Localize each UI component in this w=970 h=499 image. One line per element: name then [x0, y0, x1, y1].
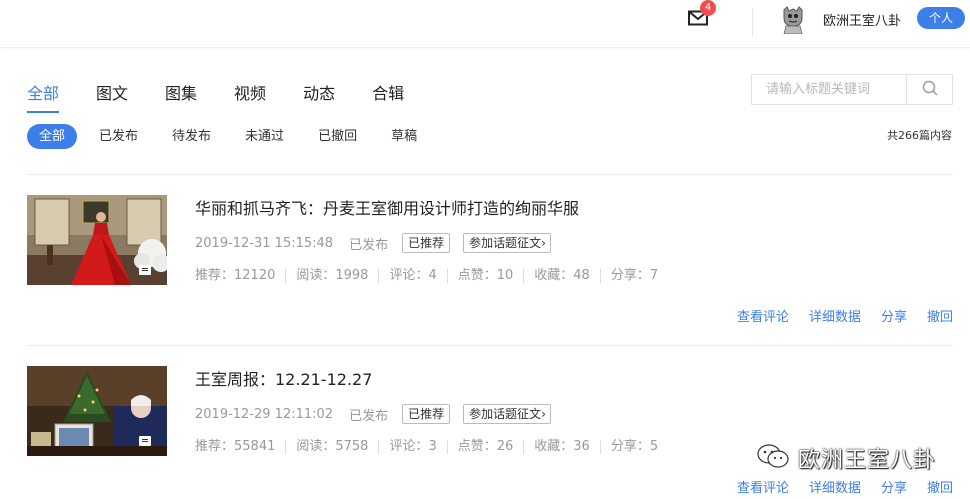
- recommended-tag: 已推荐: [402, 404, 451, 424]
- share-link[interactable]: 分享: [881, 306, 907, 325]
- article-thumbnail[interactable]: [27, 195, 167, 285]
- join-topic-label: 参加话题征文: [469, 407, 542, 421]
- article-title[interactable]: 王室周报：12.21-12.27: [195, 366, 372, 390]
- recommended-tag: 已推荐: [402, 233, 451, 253]
- watermark-text: 欧洲王室八卦: [798, 448, 937, 473]
- list-divider: [27, 174, 953, 175]
- publish-date: 2019-12-29 12:11:02: [195, 406, 334, 422]
- content-type-tabs: 全部 图文 图集 视频 动态 合辑: [27, 80, 441, 113]
- publish-date: 2019-12-31 15:15:48: [195, 235, 334, 251]
- tab-updates[interactable]: 动态: [303, 80, 335, 112]
- search-input[interactable]: [752, 75, 906, 104]
- chevron-right-icon: ›: [541, 407, 546, 421]
- share-link[interactable]: 分享: [881, 477, 907, 496]
- withdraw-link[interactable]: 撤回: [927, 477, 953, 496]
- join-topic-button[interactable]: 参加话题征文›: [463, 233, 551, 253]
- publish-status: 已发布: [349, 237, 389, 253]
- article-meta: 2019-12-31 15:15:48 已发布 已推荐 参加话题征文›: [195, 233, 564, 253]
- filter-published[interactable]: 已发布: [99, 124, 138, 149]
- stat-like: 点赞：10: [458, 269, 525, 283]
- article-stats: 推荐：12120 阅读：1998 评论：4 点赞：10 收藏：48 分享：7: [195, 269, 678, 283]
- stat-recommend: 推荐：12120: [195, 269, 287, 283]
- stat-read: 阅读：5758: [296, 440, 380, 454]
- header-divider: [752, 8, 753, 36]
- article-item: 王室周报：12.21-12.27 2019-12-29 12:11:02 已发布…: [27, 366, 953, 499]
- stat-like: 点赞：26: [458, 440, 525, 454]
- detailed-data-link[interactable]: 详细数据: [809, 477, 861, 496]
- article-actions: 查看评论 详细数据 分享 撤回: [717, 306, 953, 325]
- top-bar: 4 欧洲王室八卦 个人: [0, 0, 970, 48]
- tab-galleries[interactable]: 图集: [165, 80, 197, 112]
- mail-badge: 4: [700, 0, 716, 16]
- publish-status: 已发布: [349, 408, 389, 424]
- article-type-icon: [139, 436, 151, 446]
- view-comments-link[interactable]: 查看评论: [737, 477, 789, 496]
- avatar[interactable]: [780, 6, 806, 35]
- username[interactable]: 欧洲王室八卦: [823, 10, 901, 29]
- article-item: 华丽和抓马齐飞：丹麦王室御用设计师打造的绚丽华服 2019-12-31 15:1…: [27, 195, 953, 345]
- tab-videos[interactable]: 视频: [234, 80, 266, 112]
- article-stats: 推荐：55841 阅读：5758 评论：3 点赞：26 收藏：36 分享：5: [195, 440, 678, 454]
- stat-recommend: 推荐：55841: [195, 440, 287, 454]
- stat-comment: 评论：4: [389, 269, 448, 283]
- filter-pending[interactable]: 待发布: [172, 124, 211, 149]
- personal-button[interactable]: 个人: [917, 7, 965, 29]
- stat-share: 分享：5: [610, 439, 659, 454]
- join-topic-label: 参加话题征文: [469, 236, 542, 250]
- article-type-icon: [139, 265, 151, 275]
- article-title[interactable]: 华丽和抓马齐飞：丹麦王室御用设计师打造的绚丽华服: [195, 195, 579, 219]
- tab-articles[interactable]: 图文: [96, 80, 128, 112]
- filter-drafts[interactable]: 草稿: [391, 124, 417, 149]
- article-thumbnail[interactable]: [27, 366, 167, 456]
- filter-withdrawn[interactable]: 已撤回: [318, 124, 357, 149]
- search-icon: [922, 80, 938, 100]
- stat-read: 阅读：1998: [296, 269, 380, 283]
- stat-favorite: 收藏：36: [534, 440, 601, 454]
- tab-all[interactable]: 全部: [27, 80, 60, 113]
- search-button[interactable]: [906, 75, 952, 104]
- article-meta: 2019-12-29 12:11:02 已发布 已推荐 参加话题征文›: [195, 404, 564, 424]
- join-topic-button[interactable]: 参加话题征文›: [463, 404, 551, 424]
- detailed-data-link[interactable]: 详细数据: [809, 306, 861, 325]
- stat-share: 分享：7: [610, 268, 659, 283]
- wechat-icon: [756, 443, 790, 473]
- filter-all[interactable]: 全部: [27, 124, 78, 149]
- view-comments-link[interactable]: 查看评论: [737, 306, 789, 325]
- search-box: [751, 74, 953, 105]
- status-filters: 全部 已发布 待发布 未通过 已撤回 草稿: [27, 124, 451, 149]
- article-actions: 查看评论 详细数据 分享 撤回: [717, 477, 953, 496]
- filter-rejected[interactable]: 未通过: [245, 124, 284, 149]
- stat-favorite: 收藏：48: [534, 269, 601, 283]
- list-divider: [27, 345, 953, 346]
- chevron-right-icon: ›: [541, 236, 546, 250]
- watermark: 欧洲王室八卦: [756, 442, 936, 474]
- stat-comment: 评论：3: [389, 440, 448, 454]
- tab-collections[interactable]: 合辑: [372, 80, 404, 112]
- withdraw-link[interactable]: 撤回: [927, 306, 953, 325]
- total-count: 共266篇内容: [887, 129, 952, 142]
